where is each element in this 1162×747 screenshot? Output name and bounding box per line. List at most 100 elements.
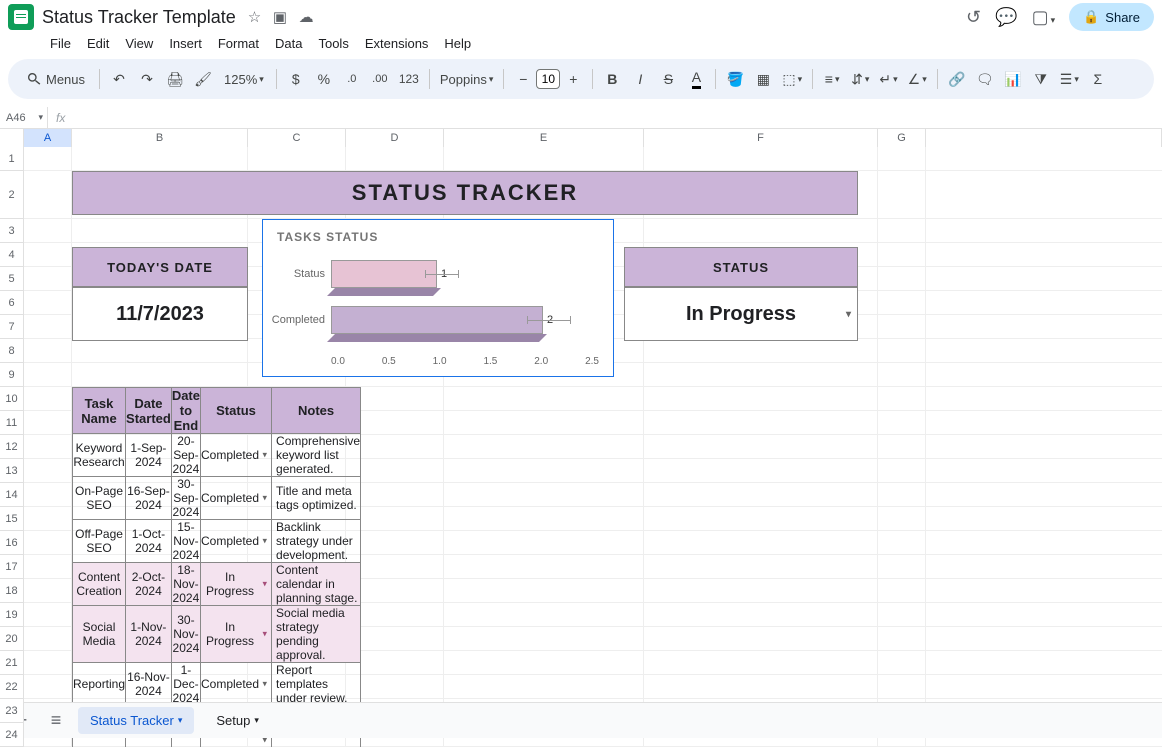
functions-button[interactable]: Σ <box>1085 66 1111 92</box>
name-box[interactable]: A46▾ <box>0 107 48 128</box>
filter-button[interactable]: ⧩ <box>1028 66 1054 92</box>
merge-button[interactable]: ⬚ <box>778 66 806 92</box>
percent-button[interactable]: % <box>311 66 337 92</box>
all-sheets-button[interactable]: ≡ <box>44 709 68 733</box>
col-header-B[interactable]: B <box>72 129 248 147</box>
row-header-5[interactable]: 5 <box>0 267 24 291</box>
italic-button[interactable]: I <box>627 66 653 92</box>
table-cell[interactable]: In Progress▾ <box>201 563 272 606</box>
row-header-16[interactable]: 16 <box>0 531 24 555</box>
decrease-decimal-button[interactable]: .0 <box>339 66 365 92</box>
row-header-17[interactable]: 17 <box>0 555 24 579</box>
wrap-button[interactable]: ↵ <box>875 66 901 92</box>
rotate-button[interactable]: ∠ <box>904 66 931 92</box>
row-header-12[interactable]: 12 <box>0 435 24 459</box>
bold-button[interactable]: B <box>599 66 625 92</box>
select-all-corner[interactable] <box>0 129 24 147</box>
sheet-tab-active[interactable]: Status Tracker▾ <box>78 707 194 734</box>
table-cell[interactable]: Completed▾ <box>201 520 272 563</box>
table-cell[interactable]: Completed▾ <box>201 663 272 706</box>
col-header-A[interactable]: A <box>24 129 72 147</box>
menu-insert[interactable]: Insert <box>163 32 208 55</box>
font-select[interactable]: Poppins <box>436 66 498 92</box>
status-value[interactable]: In Progress ▾ <box>624 287 858 341</box>
row-header-21[interactable]: 21 <box>0 651 24 675</box>
row-header-19[interactable]: 19 <box>0 603 24 627</box>
format-123-button[interactable]: 123 <box>395 66 423 92</box>
increase-decimal-button[interactable]: .00 <box>367 66 393 92</box>
currency-button[interactable]: $ <box>283 66 309 92</box>
chart-button[interactable]: 📊 <box>1000 66 1026 92</box>
col-header-D[interactable]: D <box>346 129 444 147</box>
history-icon[interactable]: ↺ <box>966 7 981 28</box>
comment-icon[interactable]: 💬 <box>995 7 1017 28</box>
share-button[interactable]: 🔒 Share <box>1069 3 1154 31</box>
row-header-7[interactable]: 7 <box>0 315 24 339</box>
col-header-C[interactable]: C <box>248 129 346 147</box>
cloud-icon[interactable]: ☁ <box>299 9 314 26</box>
strike-button[interactable]: S <box>655 66 681 92</box>
menu-extensions[interactable]: Extensions <box>359 32 435 55</box>
row-header-10[interactable]: 10 <box>0 387 24 411</box>
status-dropdown[interactable]: ▾ <box>263 450 268 461</box>
row-header-3[interactable]: 3 <box>0 219 24 243</box>
row-header-8[interactable]: 8 <box>0 339 24 363</box>
comment-button[interactable]: 🗨 <box>972 66 998 92</box>
status-dropdown[interactable]: ▾ <box>263 679 268 690</box>
col-header-E[interactable]: E <box>444 129 644 147</box>
row-header-1[interactable]: 1 <box>0 147 24 171</box>
grid-area[interactable]: ABCDEFG 12345678910111213141516171819202… <box>0 129 1162 747</box>
paint-format-button[interactable]: 🖌 <box>190 66 216 92</box>
doc-title[interactable]: Status Tracker Template <box>42 7 236 28</box>
font-size-input[interactable] <box>536 69 560 89</box>
v-align-button[interactable]: ⇵ <box>847 66 873 92</box>
table-cell[interactable]: In Progress▾ <box>201 606 272 663</box>
status-dropdown[interactable]: ▾ <box>263 536 268 547</box>
row-header-15[interactable]: 15 <box>0 507 24 531</box>
move-icon[interactable]: ▣ <box>273 9 287 26</box>
row-header-14[interactable]: 14 <box>0 483 24 507</box>
col-header-F[interactable]: F <box>644 129 878 147</box>
h-align-button[interactable]: ≡ <box>819 66 845 92</box>
row-header-24[interactable]: 24 <box>0 723 24 747</box>
menu-tools[interactable]: Tools <box>312 32 354 55</box>
status-dropdown[interactable]: ▾ <box>263 579 268 590</box>
menu-format[interactable]: Format <box>212 32 265 55</box>
menu-edit[interactable]: Edit <box>81 32 115 55</box>
table-cell[interactable]: Completed▾ <box>201 477 272 520</box>
undo-button[interactable]: ↶ <box>106 66 132 92</box>
menu-file[interactable]: File <box>44 32 77 55</box>
row-header-2[interactable]: 2 <box>0 171 24 219</box>
text-color-button[interactable]: A <box>683 66 709 92</box>
row-header-9[interactable]: 9 <box>0 363 24 387</box>
font-size-decrease[interactable]: − <box>510 66 536 92</box>
search-menus[interactable]: Menus <box>18 66 93 92</box>
menu-help[interactable]: Help <box>438 32 477 55</box>
chart-container[interactable]: TASKS STATUS Status Completed 1 2 0.00.5… <box>262 219 614 377</box>
meet-icon[interactable]: ▢ <box>1032 7 1056 28</box>
row-header-4[interactable]: 4 <box>0 243 24 267</box>
menu-data[interactable]: Data <box>269 32 308 55</box>
filter-views-button[interactable]: ☰ <box>1056 66 1083 92</box>
sheets-logo[interactable] <box>8 4 34 30</box>
borders-button[interactable]: ▦ <box>750 66 776 92</box>
print-button[interactable]: 🖨 <box>162 66 188 92</box>
table-cell[interactable]: Completed▾ <box>201 434 272 477</box>
zoom-select[interactable]: 125% <box>218 66 270 92</box>
row-header-13[interactable]: 13 <box>0 459 24 483</box>
status-dropdown[interactable]: ▾ <box>263 629 268 640</box>
row-header-23[interactable]: 23 <box>0 699 24 723</box>
col-header-G[interactable]: G <box>878 129 926 147</box>
font-size-increase[interactable]: + <box>560 66 586 92</box>
row-header-6[interactable]: 6 <box>0 291 24 315</box>
menu-view[interactable]: View <box>119 32 159 55</box>
row-header-20[interactable]: 20 <box>0 627 24 651</box>
fill-color-button[interactable]: 🪣 <box>722 66 748 92</box>
row-header-11[interactable]: 11 <box>0 411 24 435</box>
row-header-22[interactable]: 22 <box>0 675 24 699</box>
star-icon[interactable]: ☆ <box>248 9 261 26</box>
row-header-18[interactable]: 18 <box>0 579 24 603</box>
sheet-tab-setup[interactable]: Setup▾ <box>204 707 271 734</box>
redo-button[interactable]: ↷ <box>134 66 160 92</box>
status-dropdown[interactable]: ▾ <box>263 493 268 504</box>
